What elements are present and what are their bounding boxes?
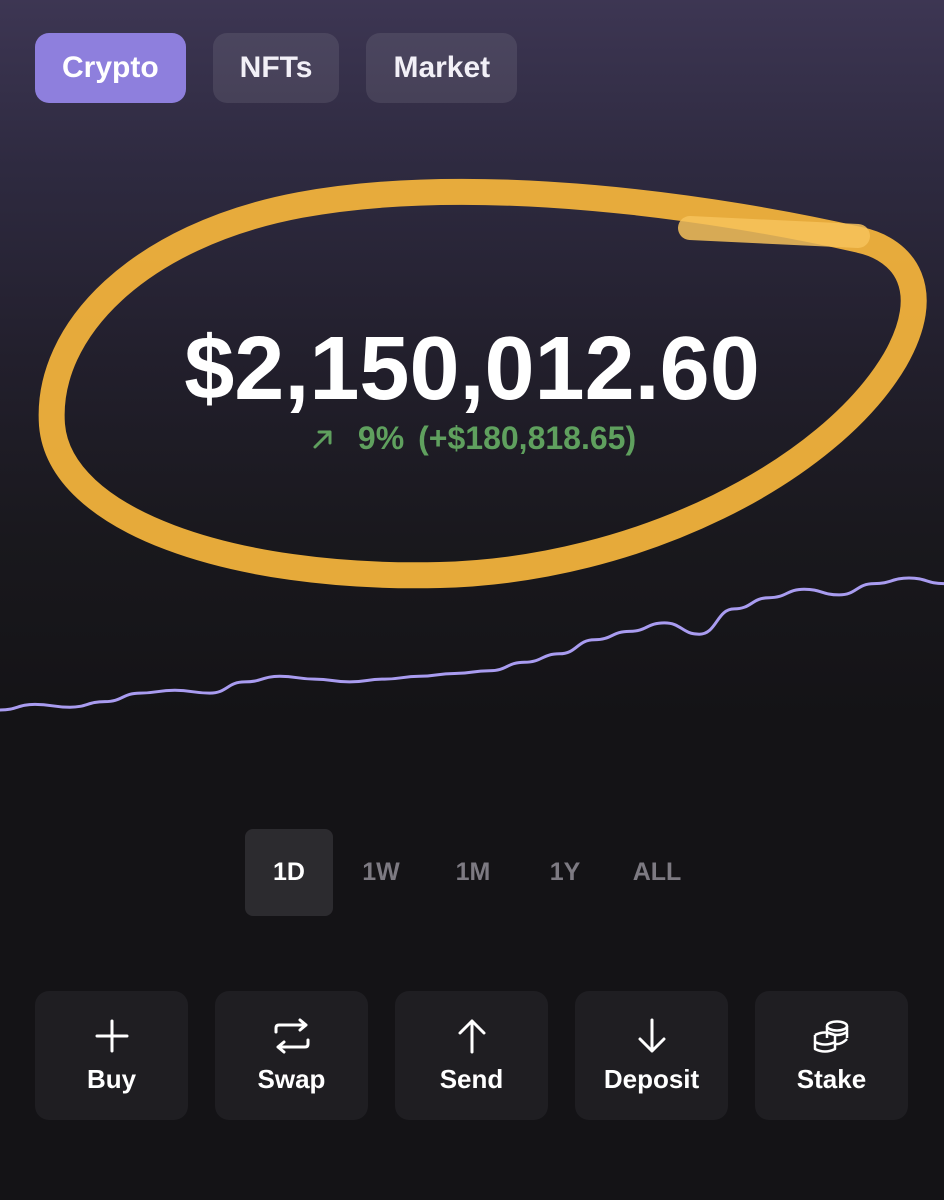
portfolio-chart[interactable] xyxy=(0,560,944,740)
stake-label: Stake xyxy=(796,1064,867,1094)
range-1m[interactable]: 1M xyxy=(429,829,517,916)
send-button[interactable]: Send xyxy=(395,991,548,1120)
balance-change: 9% (+$180,818.65) xyxy=(0,420,944,457)
deposit-label: Deposit xyxy=(603,1064,700,1094)
plus-icon xyxy=(92,1016,132,1056)
range-1y[interactable]: 1Y xyxy=(521,829,609,916)
trend-up-arrow-icon xyxy=(308,424,338,454)
buy-label: Buy xyxy=(86,1064,137,1094)
tab-nfts[interactable]: NFTs xyxy=(212,33,340,103)
chart-series-line xyxy=(0,576,944,712)
coins-stack-icon xyxy=(812,1016,852,1056)
swap-button[interactable]: Swap xyxy=(215,991,368,1120)
change-percent: 9% xyxy=(357,420,405,456)
tab-crypto[interactable]: Crypto xyxy=(35,33,186,103)
swap-icon xyxy=(272,1016,312,1056)
deposit-button[interactable]: Deposit xyxy=(575,991,728,1120)
arrow-up-icon xyxy=(452,1016,492,1056)
portfolio-balance: $2,150,012.60 xyxy=(184,319,760,419)
send-label: Send xyxy=(439,1064,504,1094)
buy-button[interactable]: Buy xyxy=(35,991,188,1120)
time-range-selector: 1D 1W 1M 1Y ALL xyxy=(245,829,705,916)
range-1d[interactable]: 1D xyxy=(245,829,333,916)
range-all[interactable]: ALL xyxy=(613,829,701,916)
stake-button[interactable]: Stake xyxy=(755,991,908,1120)
arrow-down-icon xyxy=(632,1016,672,1056)
action-bar: Buy Swap Send Deposit Stake xyxy=(35,991,908,1120)
range-1w[interactable]: 1W xyxy=(337,829,425,916)
change-amount: (+$180,818.65) xyxy=(418,420,637,456)
top-tabs: Crypto NFTs Market xyxy=(35,33,518,103)
tab-market[interactable]: Market xyxy=(366,33,518,103)
swap-label: Swap xyxy=(257,1064,326,1094)
